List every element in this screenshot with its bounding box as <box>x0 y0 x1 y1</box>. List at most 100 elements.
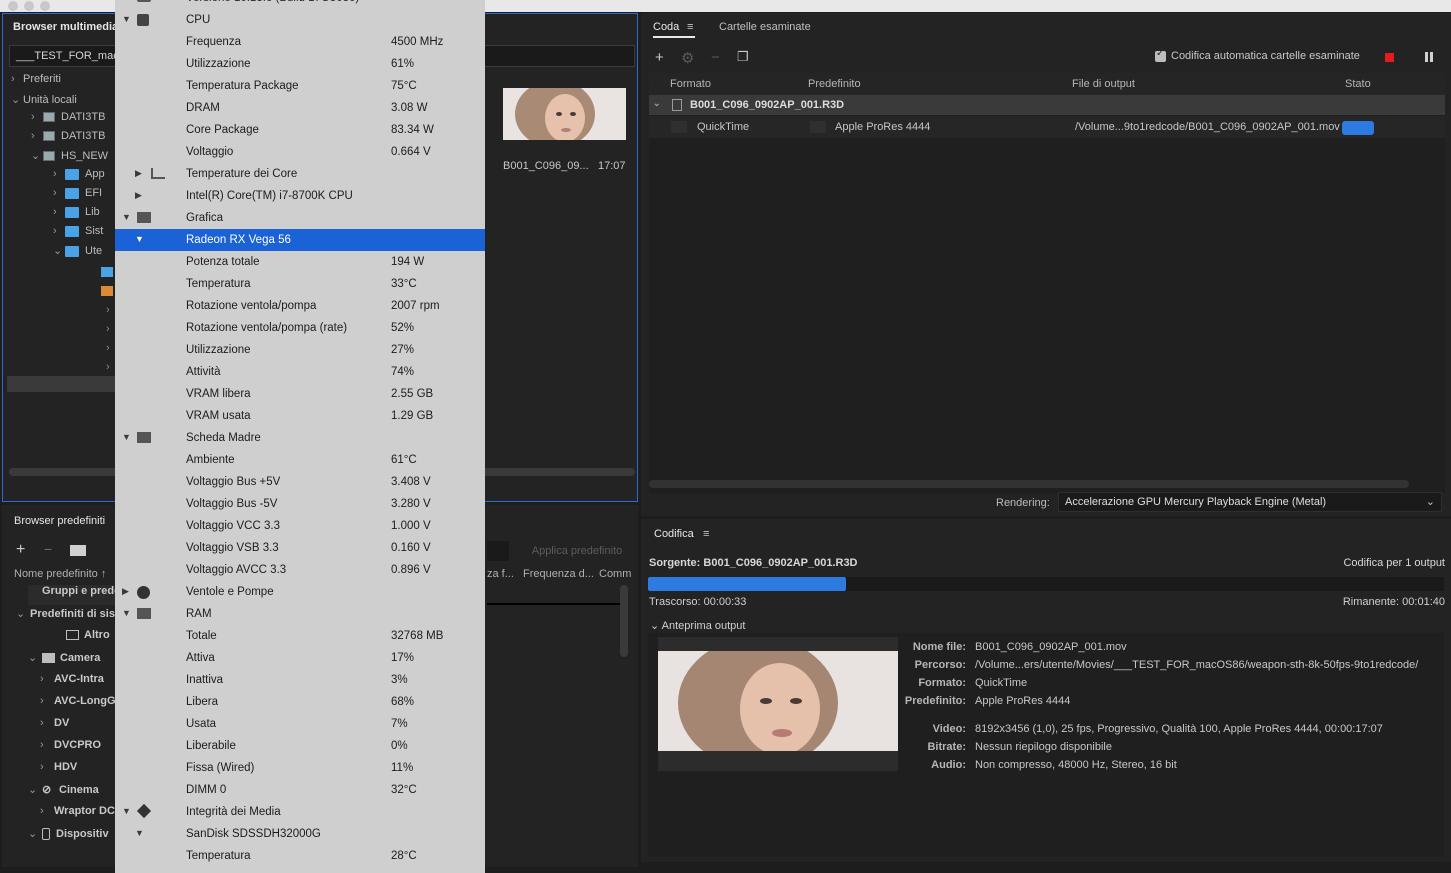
queue-item-row[interactable]: ⌄ B001_C096_0902AP_001.R3D <box>649 95 1445 115</box>
minimize-window-button[interactable] <box>24 1 34 11</box>
add-source-icon[interactable]: + <box>655 49 664 66</box>
chevron-icon[interactable]: › <box>53 225 65 237</box>
sensor-row[interactable]: Voltaggio 0.664 V <box>115 141 485 163</box>
encoding-menu-icon[interactable]: ≡ <box>703 528 709 540</box>
sensor-row[interactable]: ▼ Grafica <box>115 207 485 229</box>
disclosure-down-icon[interactable]: ▼ <box>122 212 131 222</box>
disclosure-down-icon[interactable]: ▼ <box>122 14 131 24</box>
media-tree-item[interactable]: › Sist <box>53 225 103 243</box>
sensor-row[interactable]: ▶ Temperature dei Core <box>115 163 485 185</box>
chevron-icon[interactable]: ⌄ <box>31 149 43 162</box>
sensor-row[interactable]: Frequenza 4500 MHz <box>115 31 485 53</box>
sensor-row[interactable]: ▶ Intel(R) Core(TM) i7-8700K CPU <box>115 185 485 207</box>
queue-output-row[interactable]: QuickTime Apple ProRes 4444 /Volume...9t… <box>649 116 1445 138</box>
chevron-right-icon[interactable]: › <box>106 323 110 335</box>
preset-row[interactable]: ⌄ Predefiniti di sist <box>16 607 119 627</box>
chevron-icon[interactable]: › <box>53 187 65 199</box>
media-tree-item[interactable]: › EFI <box>53 187 102 205</box>
media-tree-item[interactable]: › DATI3TB <box>31 111 105 129</box>
home-folder-icon[interactable] <box>101 286 113 296</box>
sensor-row[interactable]: Core Package 83.34 W <box>115 119 485 141</box>
preset-row[interactable]: › AVC-LongG <box>40 695 116 715</box>
preset-scrollbar[interactable] <box>620 585 628 657</box>
sensor-row[interactable]: ▶ Ventole e Pompe <box>115 581 485 603</box>
col-file-output[interactable]: File di output <box>1072 78 1135 90</box>
clip-thumbnail[interactable] <box>503 88 626 140</box>
remove-preset-icon[interactable]: − <box>44 541 52 557</box>
chevron-icon[interactable]: › <box>40 695 54 707</box>
disclosure-down-icon[interactable]: ▼ <box>122 432 131 442</box>
preset-row[interactable]: › HDV <box>40 761 77 781</box>
col-preset-name[interactable]: Nome predefinito ↑ <box>14 568 106 580</box>
media-tree-item[interactable]: › Preferiti <box>11 73 61 91</box>
add-preset-icon[interactable]: + <box>16 541 25 559</box>
preset-search-input[interactable] <box>487 541 509 561</box>
sensor-row[interactable]: DRAM 3.08 W <box>115 97 485 119</box>
sensor-row[interactable]: Fissa (Wired) 11% <box>115 757 485 779</box>
chevron-icon[interactable]: ⌄ <box>28 783 42 796</box>
remove-icon[interactable]: − <box>711 49 720 66</box>
auto-encode-checkbox[interactable]: Codifica automatica cartelle esaminate <box>1155 48 1360 62</box>
chevron-icon[interactable]: ⌄ <box>16 607 30 620</box>
format-dropdown-icon[interactable] <box>671 121 687 133</box>
chevron-icon[interactable]: › <box>40 805 54 817</box>
chevron-down-icon[interactable]: ⌄ <box>653 98 661 109</box>
chevron-icon[interactable]: › <box>40 673 54 685</box>
chevron-icon[interactable]: › <box>53 206 65 218</box>
apply-preset-button[interactable]: Applica predefinito <box>522 541 632 561</box>
stop-queue-button[interactable] <box>1385 53 1394 62</box>
tab-coda[interactable]: Coda <box>653 21 679 33</box>
output-path[interactable]: /Volume...9to1redcode/B001_C096_0902AP_0… <box>1075 121 1340 133</box>
sensor-row[interactable]: Voltaggio AVCC 3.3 0.896 V <box>115 559 485 581</box>
preset-row[interactable]: ⌄ ⊘ Cinema <box>28 783 99 803</box>
disclosure-down-icon[interactable]: ▼ <box>122 608 131 618</box>
col-formato[interactable]: Formato <box>670 78 711 90</box>
disclosure-down-icon[interactable]: ▼ <box>135 828 144 838</box>
disclosure-right-icon[interactable]: ▶ <box>135 190 142 201</box>
chevron-right-icon[interactable]: › <box>106 361 110 373</box>
preset-row[interactable]: ⌄ Dispositiv <box>28 827 109 847</box>
media-tree-item[interactable]: ⌄ HS_NEW <box>31 149 108 167</box>
sensor-row[interactable]: Potenza totale 194 W <box>115 251 485 273</box>
sensor-row[interactable]: Libera 68% <box>115 691 485 713</box>
pause-queue-button[interactable] <box>1425 52 1433 62</box>
sensor-row[interactable]: Utilizzazione 27% <box>115 339 485 361</box>
sensor-row[interactable]: Temperatura Package 75°C <box>115 75 485 97</box>
media-clip-tile[interactable]: B001_C096_09... 17:07 <box>488 74 636 192</box>
chevron-right-icon[interactable]: › <box>106 304 110 316</box>
preset-row[interactable]: ⌄ Camera <box>28 651 100 671</box>
duplicate-icon[interactable]: ❐ <box>737 49 749 65</box>
chevron-icon[interactable]: ⌄ <box>28 827 42 840</box>
tab-cartelle-esaminate[interactable]: Cartelle esaminate <box>719 21 811 33</box>
disclosure-right-icon[interactable]: ▶ <box>135 168 142 179</box>
chevron-icon[interactable]: › <box>40 739 54 751</box>
sensor-row[interactable]: ▼ RAM <box>115 603 485 625</box>
sensor-row[interactable]: Usata 7% <box>115 713 485 735</box>
sensor-row[interactable]: Liberabile 0% <box>115 735 485 757</box>
media-tree-item[interactable]: › App <box>53 168 105 186</box>
preset-row[interactable]: › DV <box>40 717 69 737</box>
sensor-row[interactable]: Voltaggio VCC 3.3 1.000 V <box>115 515 485 537</box>
disclosure-down-icon[interactable]: ▼ <box>122 806 131 816</box>
sensor-row[interactable]: Rotazione ventola/pompa (rate) 52% <box>115 317 485 339</box>
output-preset[interactable]: Apple ProRes 4444 <box>835 121 930 133</box>
sensor-row[interactable]: Temperatura 28°C <box>115 845 485 867</box>
preset-row[interactable]: › AVC-Intra <box>40 673 104 693</box>
sensor-row[interactable]: VRAM usata 1.29 GB <box>115 405 485 427</box>
zoom-window-button[interactable] <box>40 1 50 11</box>
sensor-row[interactable]: Voltaggio Bus +5V 3.408 V <box>115 471 485 493</box>
sensor-row[interactable]: ▼ Radeon RX Vega 56 <box>115 229 485 251</box>
sensor-row[interactable]: Ambiente 61°C <box>115 449 485 471</box>
close-window-button[interactable] <box>8 1 18 11</box>
chevron-icon[interactable]: ⌄ <box>28 651 42 664</box>
rendering-select[interactable]: Accelerazione GPU Mercury Playback Engin… <box>1058 492 1442 512</box>
output-preview-toggle[interactable]: ⌄ Anteprima output <box>650 619 745 632</box>
preset-browser-tab[interactable]: Browser predefiniti <box>14 515 105 527</box>
chevron-icon[interactable]: › <box>40 717 54 729</box>
sensor-row[interactable]: Totale 32768 MB <box>115 625 485 647</box>
col-predefinito[interactable]: Predefinito <box>808 78 861 90</box>
col-stato[interactable]: Stato <box>1345 78 1371 90</box>
chevron-icon[interactable]: › <box>31 111 43 123</box>
queue-menu-icon[interactable]: ≡ <box>687 21 693 33</box>
sensor-row[interactable]: Attiva 17% <box>115 647 485 669</box>
